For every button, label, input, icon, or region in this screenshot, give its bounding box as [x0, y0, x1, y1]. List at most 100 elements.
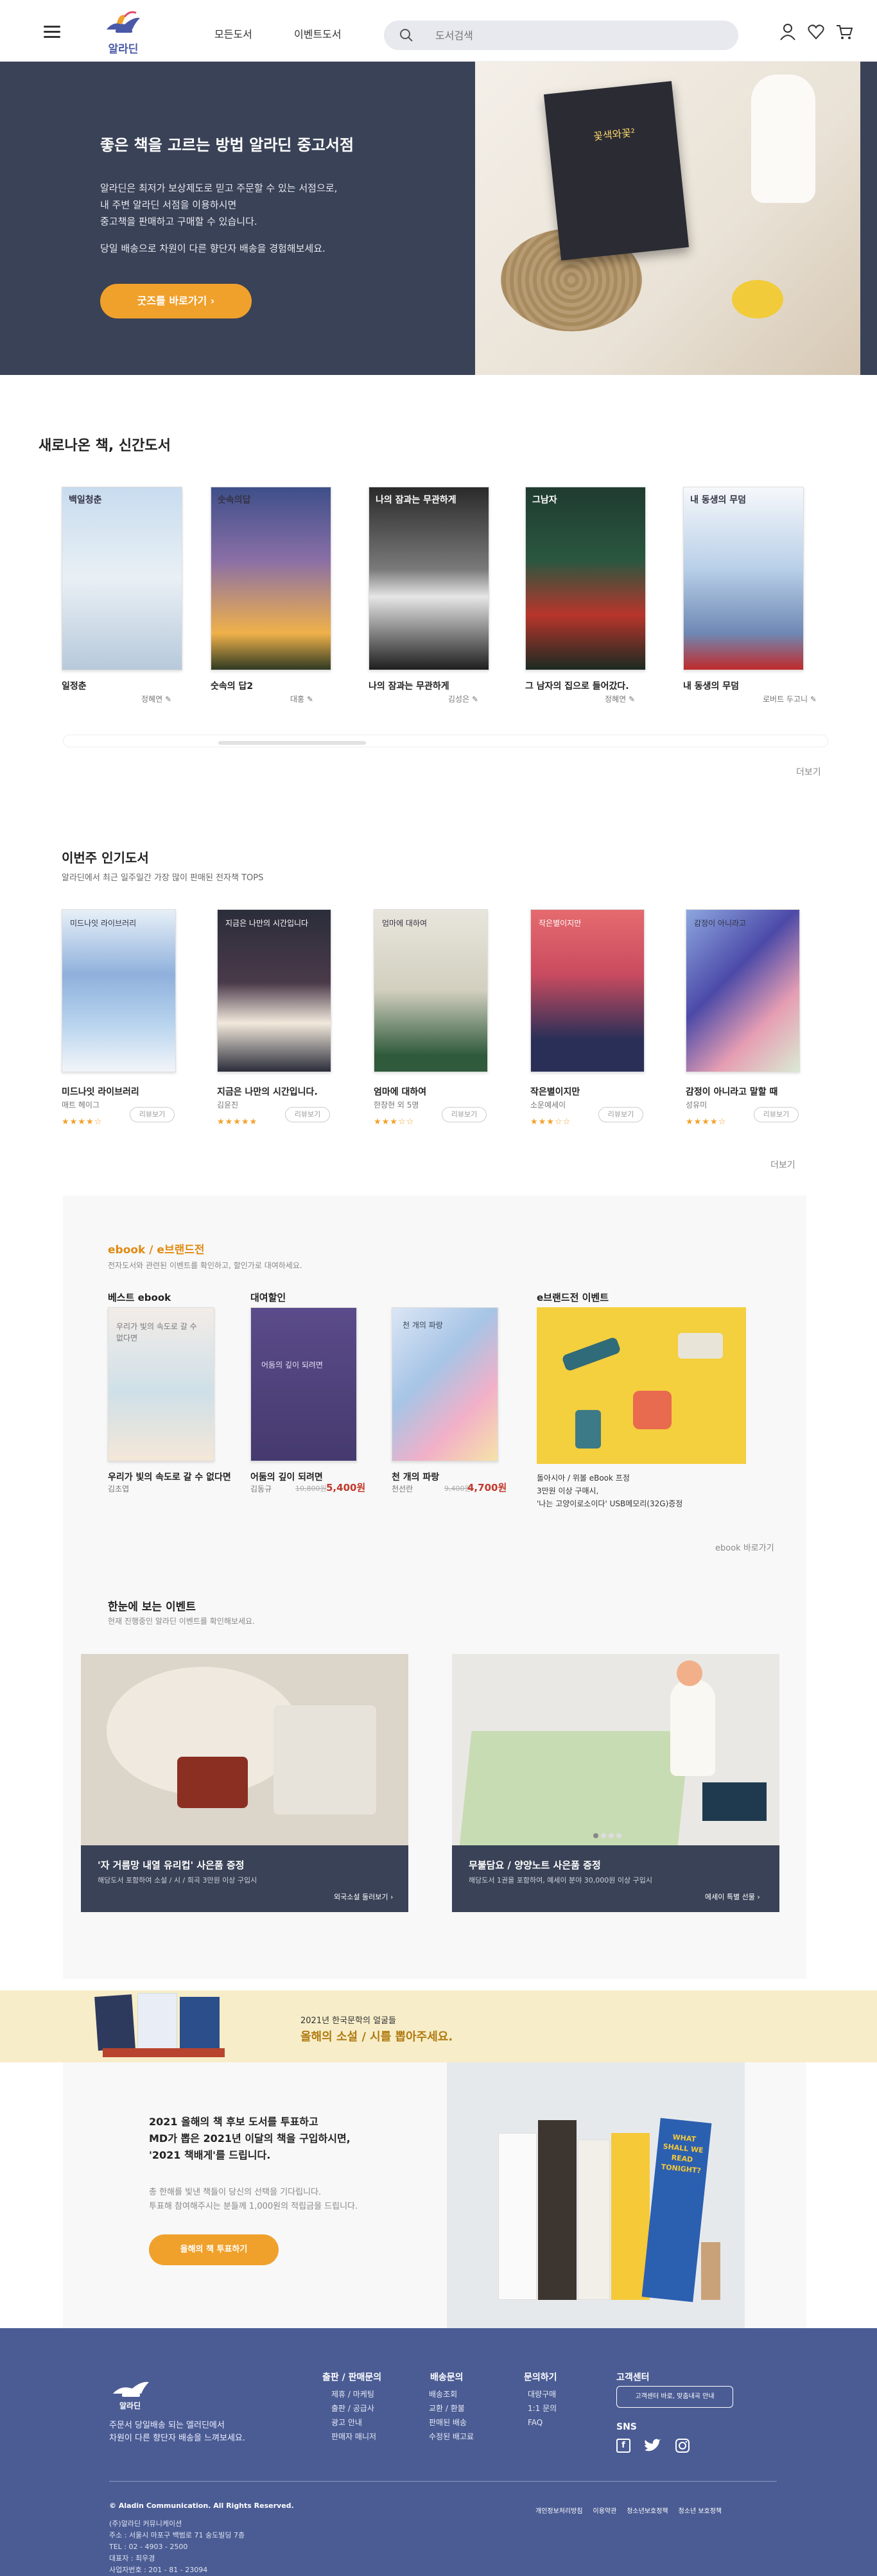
menu-icon[interactable] — [44, 26, 60, 38]
best-ebook-cover[interactable]: 우리가 빛의 속도로 갈 수 없다면 — [108, 1307, 214, 1461]
book-box: 꽃색와꽃² — [543, 81, 690, 261]
rent-book-title-2[interactable]: 천 개의 파랑 — [392, 1470, 439, 1483]
user-icon[interactable] — [778, 22, 797, 41]
pencil-icon: ✎ — [304, 695, 313, 704]
events-subtitle: 현재 진행중인 알라딘 이벤트를 확인해보세요. — [108, 1617, 255, 1626]
popular-book-title[interactable]: 감정이 아니라고 말할 때 — [686, 1085, 777, 1098]
rent-discount-label: 대여할인 — [250, 1292, 286, 1303]
cover-text: 백일청춘 — [69, 495, 102, 505]
review-button[interactable]: 리뷰보기 — [285, 1107, 330, 1122]
cover-text: 그남자 — [532, 495, 557, 505]
cart-icon[interactable] — [835, 22, 854, 41]
new-book-author: 로버트 두고니 ✎ — [763, 695, 817, 704]
new-book-cover[interactable]: 백일청춘 — [62, 487, 182, 670]
popular-book-title[interactable]: 엄마에 대하여 — [374, 1085, 426, 1098]
event-card-2-link[interactable]: 에세이 특별 선물 › — [705, 1892, 760, 1902]
nav-all-books[interactable]: 모든도서 — [214, 26, 252, 41]
rent-book-cover-1[interactable]: 어둠의 깊이 되려면 — [250, 1307, 357, 1461]
event-card-2-title: 무불담요 / 양양노트 사은품 증정 — [469, 1859, 601, 1871]
new-book-cover[interactable]: 그남자 — [525, 487, 646, 670]
heart-icon[interactable] — [806, 22, 826, 41]
top-header: 알라딘 모든도서 이벤트도서 — [0, 0, 877, 62]
hero-image: 꽃색와꽃² — [475, 62, 860, 375]
new-book-title[interactable]: 내 동생의 무덤 — [683, 679, 739, 692]
popular-book-title[interactable]: 미드나잇 라이브러리 — [62, 1085, 139, 1098]
event-card-2-desc: 해당도서 1권을 포함하여, 예세이 분야 30,000원 이상 구입시 — [469, 1876, 652, 1884]
search-input[interactable] — [435, 26, 705, 44]
promo-book-3 — [180, 1997, 220, 2051]
new-book-author: 대홍 ✎ — [290, 695, 313, 704]
instagram-icon[interactable] — [675, 2439, 690, 2453]
popular-book-title[interactable]: 지금은 나만의 시간입니다. — [217, 1085, 318, 1098]
privacy-link[interactable]: 개인정보처리방침 — [535, 2508, 583, 2515]
review-button[interactable]: 리뷰보기 — [130, 1107, 175, 1122]
promo-book-2 — [137, 1993, 177, 2052]
vote-section: 2021 올해의 책 후보 도서를 투표하고 MD가 뽑은 2021년 이달의 책… — [63, 2062, 806, 2328]
vote-button[interactable]: 올해의 책 투표하기 — [149, 2234, 279, 2265]
genie-lamp-icon — [107, 11, 140, 33]
new-books-more-link[interactable]: 더보기 — [796, 765, 821, 778]
cover-text: 지금은 나만의 시간입니다 — [225, 919, 309, 928]
pencil-icon: ✎ — [469, 695, 478, 704]
event-card-1-link[interactable]: 외국소설 둘러보기 › — [334, 1892, 393, 1902]
email-policy-link[interactable]: 청소년보호정책 — [627, 2508, 668, 2515]
rent-book-cover-2[interactable]: 천 개의 파랑 — [392, 1307, 498, 1461]
review-button[interactable]: 리뷰보기 — [442, 1107, 487, 1122]
new-book-author: 김성은 ✎ — [448, 695, 478, 704]
facebook-icon[interactable]: f — [616, 2439, 630, 2453]
new-book-cover[interactable]: 나의 잠과는 무관하게 — [369, 487, 489, 670]
hero-banner: 좋은 책을 고르는 방법 알라딘 중고서점 알라딘은 최저가 보상제도로 믿고 … — [0, 62, 877, 375]
promo-band[interactable]: 2021년 한국문학의 얼굴들 올해의 소설 / 시를 뽑아주세요. — [0, 1990, 877, 2062]
popular-book-cover[interactable]: 엄마에 대하여 — [374, 909, 488, 1072]
rent-book-title-1[interactable]: 어둠의 깊이 되려면 — [250, 1470, 323, 1483]
new-book-title[interactable]: 숫속의 답2 — [211, 679, 253, 692]
event-card-2[interactable]: 무불담요 / 양양노트 사은품 증정 해당도서 1권을 포함하여, 예세이 분야… — [452, 1654, 779, 1912]
review-button[interactable]: 리뷰보기 — [598, 1107, 643, 1122]
sns-title: SNS — [616, 2422, 637, 2432]
customer-center-button[interactable]: 고객센터 바로, 맞춤내곡 안내 — [616, 2386, 733, 2408]
best-ebook-title[interactable]: 우리가 빛의 속도로 갈 수 없다면 — [108, 1470, 231, 1483]
new-book-title[interactable]: 나의 잠과는 무관하게 — [369, 679, 449, 692]
vote-image: WHAT SHALL WE READ TONIGHT? — [447, 2062, 745, 2328]
popular-book-cover[interactable]: 작은별이지만 — [530, 909, 645, 1072]
new-book-title[interactable]: 그 남자의 집으로 들어갔다. — [525, 679, 629, 692]
promo-line1: 2021년 한국문학의 얼굴들 — [300, 2016, 396, 2026]
twitter-icon[interactable] — [643, 2439, 661, 2453]
ebook-event-section: ebook / e브랜드전 전자도서와 관련된 이벤트를 확인하고, 할인가로 … — [63, 1196, 806, 1979]
ebook-more-link[interactable]: ebook 바로가기 — [715, 1541, 774, 1553]
footer-col-2-list: 배송조회 교환 / 환불 판매된 배송 수정된 배고료 — [429, 2390, 474, 2441]
carousel-scrollbar[interactable] — [218, 741, 366, 745]
pencil-icon: ✎ — [162, 695, 171, 704]
popular-book-cover[interactable]: 미드나잇 라이브러리 — [62, 909, 176, 1072]
nav-event-books[interactable]: 이벤트도서 — [294, 26, 342, 41]
footer-col-2-title: 배송문의 — [430, 2372, 464, 2383]
hero-title: 좋은 책을 고르는 방법 알라딘 중고서점 — [100, 136, 354, 154]
new-book-cover[interactable]: 내 동생의 무덤 — [683, 487, 804, 670]
goods-shortcut-button[interactable]: 굿즈를 바로가기 › — [100, 284, 252, 318]
popular-book-author: 김윤진 — [217, 1101, 239, 1110]
new-book-title[interactable]: 일정춘 — [62, 679, 87, 692]
terms-link[interactable]: 이용약관 — [593, 2508, 617, 2515]
events-title: 한눈에 보는 이벤트 — [108, 1601, 196, 1614]
copyright: © Aladin Communication. All Rights Reser… — [109, 2502, 294, 2510]
popular-book-cover[interactable]: 지금은 나만의 시간입니다 — [217, 909, 331, 1072]
youth-policy-link[interactable]: 청소년 보호정책 — [679, 2508, 722, 2515]
new-book-cover[interactable]: 숫속의답 — [211, 487, 331, 670]
cover-text: 미드나잇 라이브러리 — [70, 919, 137, 928]
popular-more-link[interactable]: 더보기 — [770, 1158, 795, 1171]
site-logo[interactable]: 알라딘 — [100, 9, 146, 56]
new-books-title: 새로나온 책, 신간도서 — [39, 438, 171, 454]
cover-text: 내 동생의 무덤 — [690, 495, 747, 505]
pencil-icon: ✎ — [808, 695, 817, 704]
rent-book-price-2: 4,700원 — [467, 1482, 507, 1493]
popular-book-cover[interactable]: 감정이 아니라고 — [686, 909, 800, 1072]
popular-book-title[interactable]: 작은별이지만 — [530, 1085, 580, 1098]
event-card-1[interactable]: '자 거름망 내열 유리컵' 사은품 증정 해당도서 포함하여 소설 / 시 /… — [81, 1654, 408, 1912]
logo-label: 알라딘 — [108, 43, 139, 56]
brand-event-image[interactable] — [537, 1307, 746, 1464]
ebook-subtitle: 전자도서와 관련된 이벤트를 확인하고, 할인가로 대여하세요. — [108, 1261, 302, 1270]
review-button[interactable]: 리뷰보기 — [754, 1107, 799, 1122]
event-carousel-dots[interactable] — [593, 1829, 638, 1838]
search-icon[interactable] — [399, 28, 413, 42]
footer-col-4-title: 고객센터 — [616, 2372, 650, 2383]
